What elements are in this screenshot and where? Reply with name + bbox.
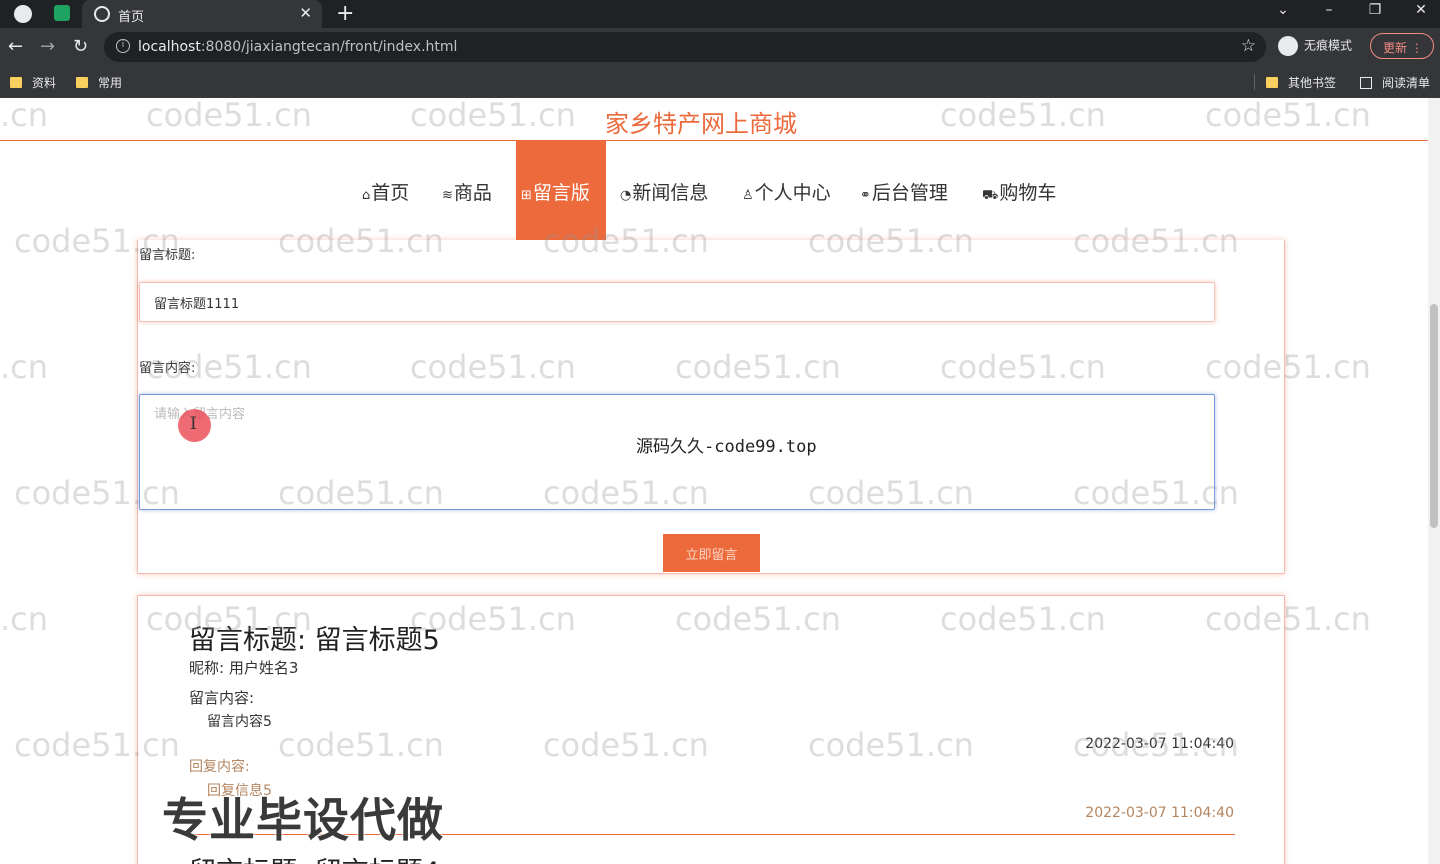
new-tab-icon[interactable]: + [336, 1, 354, 26]
sheets-tab-icon[interactable] [54, 5, 70, 21]
globe-icon [94, 6, 110, 22]
bookmark-folder-changyong[interactable]: 常用 [76, 74, 122, 91]
reply-time: 2022-03-07 11:04:40 [1085, 805, 1234, 821]
site-title: 家乡特产网上商城 [605, 110, 797, 138]
reload-icon[interactable]: ↻ [73, 36, 88, 57]
address-bar[interactable]: i localhost:8080/jiaxiangtecan/front/ind… [104, 32, 1266, 62]
reading-list-icon [1360, 77, 1372, 89]
tab-title: 首页 [118, 10, 145, 25]
home-icon: ⌂ [362, 188, 371, 203]
tab-search-icon[interactable]: ⌄ [1268, 2, 1298, 18]
forward-icon[interactable]: → [40, 36, 55, 57]
message-nickname: 昵称: 用户姓名3 [189, 659, 299, 677]
browser-chrome: 首页 ✕ + ⌄ – ❐ ✕ ← → ↻ i localhost:8080/ji… [0, 0, 1440, 98]
incognito-icon [1278, 36, 1298, 56]
message-content-label: 留言内容: [189, 689, 255, 707]
scrollbar-thumb[interactable] [1430, 304, 1438, 528]
user-icon: ♙ [742, 188, 754, 203]
restore-icon[interactable]: ❐ [1360, 2, 1390, 18]
reading-list[interactable]: 阅读清单 [1360, 74, 1430, 91]
submit-message-button[interactable]: 立即留言 [663, 534, 760, 572]
nav-cart[interactable]: ⛟购物车 [982, 178, 1056, 205]
tab-home[interactable]: 首页 ✕ [82, 0, 322, 28]
nav-personal-center[interactable]: ♙个人中心 [742, 178, 831, 205]
bookmarks-bar: 资料 常用 其他书签 阅读清单 [0, 66, 1440, 98]
message-item: 留言标题: 留言标题5 昵称: 用户姓名3 留言内容: 留言内容5 2022-0… [137, 595, 1285, 864]
url-text[interactable]: localhost:8080/jiaxiangtecan/front/index… [138, 39, 457, 55]
info-icon[interactable]: i [116, 39, 130, 53]
page-scrollbar[interactable] [1428, 98, 1440, 864]
tab-bar: 首页 ✕ + ⌄ – ❐ ✕ [0, 0, 1440, 28]
message-form: 留言标题: 留言内容: 立即留言 [137, 240, 1285, 574]
nav-news[interactable]: ◔新闻信息 [620, 178, 708, 205]
close-tab-icon[interactable]: ✕ [299, 4, 312, 22]
incognito-indicator[interactable]: 无痕模式 [1278, 36, 1352, 56]
dashboard-icon: ◔ [620, 188, 632, 203]
message-time: 2022-03-07 11:04:40 [1085, 736, 1234, 752]
content-label: 留言内容: [139, 361, 196, 376]
bookmark-folder-ziliao[interactable]: 资料 [10, 74, 56, 91]
close-window-icon[interactable]: ✕ [1406, 2, 1436, 18]
nav-home[interactable]: ⌂首页 [362, 178, 409, 205]
link-icon: ⚭ [860, 188, 871, 203]
folder-icon [76, 77, 88, 88]
message-title: 留言标题: 留言标题5 [189, 625, 440, 656]
browser-logo-icon[interactable] [14, 5, 32, 23]
toolbar: ← → ↻ i localhost:8080/jiaxiangtecan/fro… [0, 28, 1440, 66]
message-content: 留言内容5 [207, 714, 272, 730]
update-button[interactable]: 更新 ⋮ [1370, 33, 1434, 59]
back-icon[interactable]: ← [8, 36, 23, 57]
reply-content: 回复信息5 [207, 783, 272, 799]
layers-icon: ≋ [442, 188, 453, 203]
nav-admin[interactable]: ⚭后台管理 [860, 178, 948, 205]
minimize-icon[interactable]: – [1314, 2, 1344, 18]
nav-message-board[interactable]: ⊞留言版 [521, 178, 590, 205]
nav-products[interactable]: ≋商品 [442, 178, 492, 205]
center-watermark: 源码久久-code99.top [636, 437, 817, 457]
reply-label: 回复内容: [189, 759, 250, 775]
title-input[interactable] [139, 282, 1215, 322]
bookmark-separator [1254, 74, 1255, 90]
message-title-next: 留言标题: 留言标题4 [189, 850, 440, 864]
text-cursor-icon: I [190, 414, 197, 434]
page-content: 家乡特产网上商城 ⌂首页 ≋商品 ⊞留言版 ◔新闻信息 ♙个人中心 ⚭后台管理 … [0, 98, 1440, 864]
title-label: 留言标题: [139, 248, 196, 263]
title-divider [0, 140, 1428, 141]
cart-icon: ⛟ [982, 188, 999, 203]
bookmark-folder-other[interactable]: 其他书签 [1266, 74, 1336, 91]
nav-message-board-active[interactable]: ⊞留言版 [516, 140, 606, 240]
bookmark-star-icon[interactable]: ☆ [1241, 36, 1256, 56]
folder-icon [10, 77, 22, 88]
folder-icon [1266, 77, 1278, 88]
message-divider [189, 834, 1235, 835]
gift-icon: ⊞ [521, 188, 532, 203]
